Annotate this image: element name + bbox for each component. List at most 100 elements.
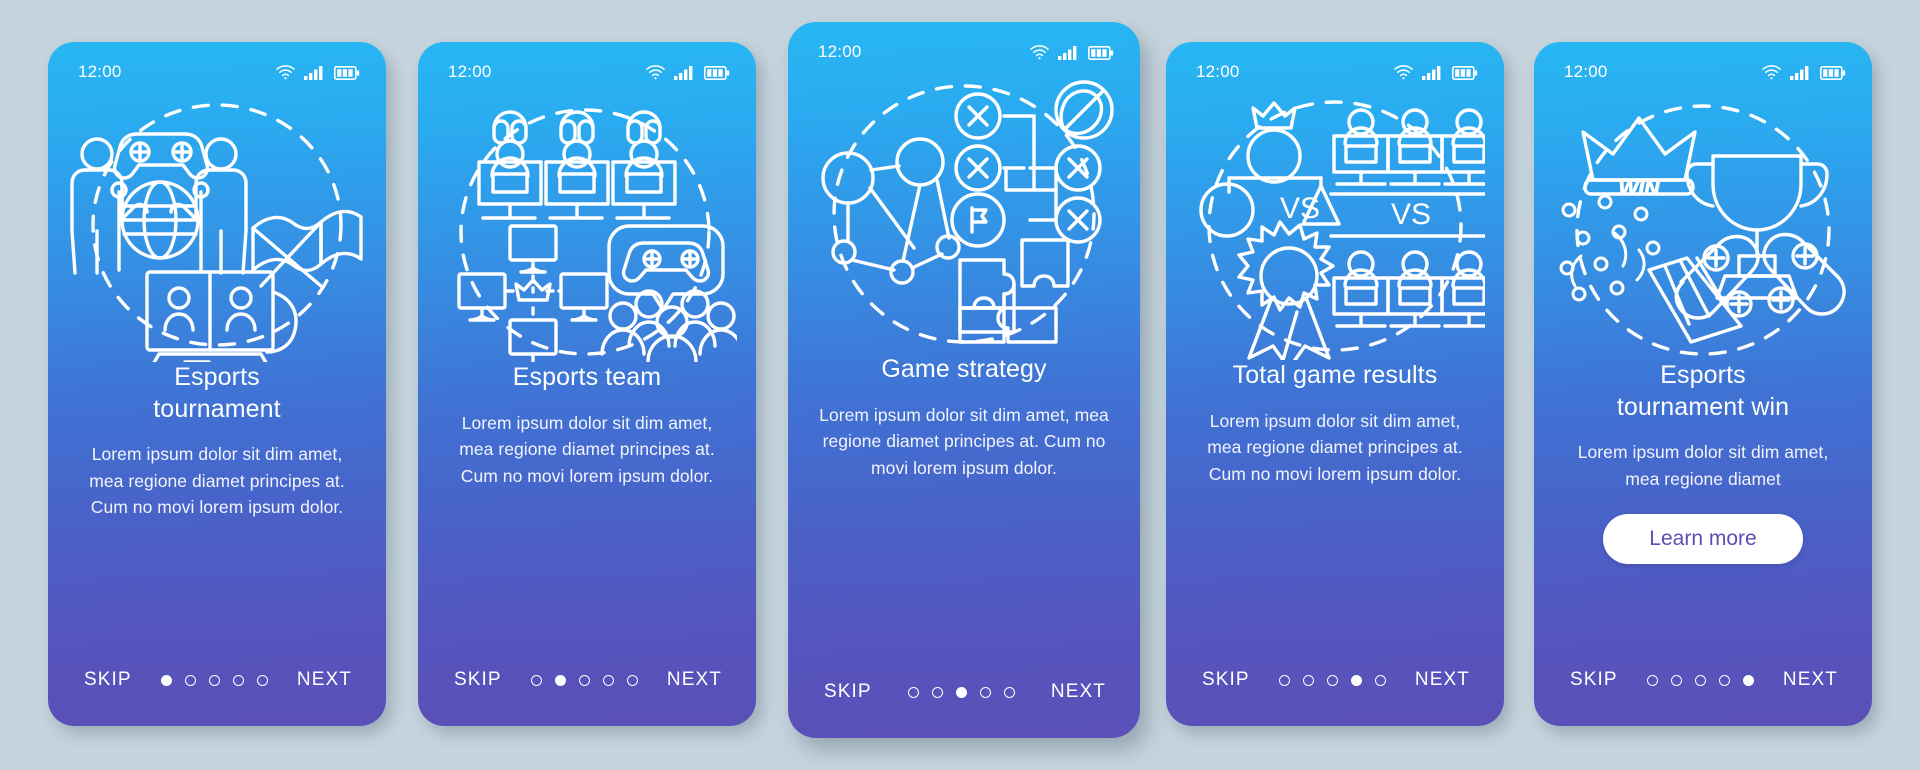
status-bar-icons (1762, 64, 1846, 80)
status-bar-clock: 12:00 (78, 62, 122, 81)
status-bar-icons (1030, 44, 1114, 60)
win-banner-text: WIN (1619, 177, 1661, 200)
team-bottom (1332, 250, 1485, 328)
screen-title: Esports tournament (153, 363, 281, 423)
pagination-dot-4[interactable] (1350, 674, 1362, 686)
pagination-dot-3[interactable] (1326, 674, 1338, 686)
next-button[interactable]: NEXT (667, 669, 722, 691)
esports-team-illustration (418, 88, 756, 362)
screen-footer-nav: SKIP NEXT (418, 634, 756, 726)
pagination-dot-4[interactable] (979, 686, 991, 698)
battery-icon (704, 65, 730, 80)
checkered-flags-icon (251, 209, 363, 288)
pagination-dot-2[interactable] (931, 686, 943, 698)
skip-button[interactable]: SKIP (1202, 669, 1250, 691)
headset-player-1 (477, 110, 543, 220)
pagination-dots (1646, 674, 1754, 686)
next-button[interactable]: NEXT (1051, 681, 1106, 703)
screen-description: Lorem ipsum dolor sit dim amet, mea regi… (1577, 442, 1829, 489)
status-bar: 12:00 (1534, 42, 1872, 88)
team-top (1332, 108, 1485, 186)
puzzle-pieces-icon (958, 238, 1070, 344)
headset-player-3 (611, 110, 677, 220)
pagination-dot-1[interactable] (530, 674, 542, 686)
status-bar-clock: 12:00 (448, 62, 492, 81)
pagination-dot-2[interactable] (1302, 674, 1314, 686)
pagination-dot-5[interactable] (626, 674, 638, 686)
battery-icon (1452, 65, 1478, 80)
pagination-dot-1[interactable] (160, 674, 172, 686)
cellular-signal-icon (1422, 65, 1441, 80)
screen-title: Game strategy (881, 355, 1047, 383)
pagination-dot-4[interactable] (232, 674, 244, 686)
onboarding-screen-total-game-results: 12:00 VS VS Total game results Lorem ips… (1166, 42, 1504, 726)
flag-marker-icon (950, 192, 1006, 248)
skip-button[interactable]: SKIP (454, 669, 502, 691)
pagination-dot-3[interactable] (208, 674, 220, 686)
skip-button[interactable]: SKIP (824, 681, 872, 703)
pagination-dot-3[interactable] (578, 674, 590, 686)
pagination-dots (1278, 674, 1386, 686)
cellular-signal-icon (1058, 45, 1077, 60)
pagination-dot-2[interactable] (184, 674, 196, 686)
screen-footer-nav: SKIP NEXT (48, 634, 386, 726)
status-bar: 12:00 (1166, 42, 1504, 88)
pagination-dot-5[interactable] (1742, 674, 1754, 686)
screen-text-block: Game strategy Lorem ipsum dolor sit dim … (788, 354, 1140, 646)
pagination-dot-5[interactable] (1374, 674, 1386, 686)
esports-tournament-illustration (48, 88, 386, 362)
status-bar: 12:00 (418, 42, 756, 88)
battery-icon (334, 65, 360, 80)
battery-icon (1088, 45, 1114, 60)
onboarding-screen-game-strategy: 12:00 Game strategy Lorem ipsum dolor si… (788, 22, 1140, 738)
cellular-signal-icon (1790, 65, 1809, 80)
next-button[interactable]: NEXT (1415, 669, 1470, 691)
pagination-dot-5[interactable] (256, 674, 268, 686)
monitor-with-players-icon (145, 270, 298, 362)
pagination-dot-1[interactable] (1646, 674, 1658, 686)
pagination-dot-3[interactable] (1694, 674, 1706, 686)
pagination-dots (160, 674, 268, 686)
node-network-graph (821, 137, 961, 285)
screen-footer-nav: SKIP NEXT (1534, 634, 1872, 726)
pagination-dot-5[interactable] (1003, 686, 1015, 698)
skip-button[interactable]: SKIP (1570, 669, 1618, 691)
screen-text-block: Total game results Lorem ipsum dolor sit… (1166, 360, 1504, 634)
cellular-signal-icon (674, 65, 693, 80)
pagination-dot-4[interactable] (1718, 674, 1730, 686)
screen-description: Lorem ipsum dolor sit dim amet, mea regi… (459, 412, 715, 486)
onboarding-screen-esports-team: 12:00 Esports team Lorem ipsum dolor sit… (418, 42, 756, 726)
next-button[interactable]: NEXT (297, 669, 352, 691)
screen-description: Lorem ipsum dolor sit dim amet, mea regi… (89, 444, 345, 518)
onboarding-screen-esports-tournament-win: 12:00 WIN Esports tournament win Lorem i… (1534, 42, 1872, 726)
pagination-dot-3[interactable] (955, 686, 967, 698)
wifi-icon (1394, 64, 1413, 79)
status-bar-icons (646, 64, 730, 80)
pagination-dot-4[interactable] (602, 674, 614, 686)
pagination-dot-2[interactable] (554, 674, 566, 686)
esports-tournament-win-illustration: WIN (1534, 88, 1872, 360)
pagination-dot-2[interactable] (1670, 674, 1682, 686)
learn-more-button[interactable]: Learn more (1603, 514, 1803, 565)
wifi-icon (1030, 44, 1049, 59)
screen-title: Esports tournament win (1616, 361, 1790, 421)
cellular-signal-icon (304, 65, 323, 80)
vs-label-left: VS (1280, 192, 1320, 225)
next-button[interactable]: NEXT (1783, 669, 1838, 691)
status-bar-clock: 12:00 (818, 42, 862, 61)
skip-button[interactable]: SKIP (84, 669, 132, 691)
pagination-dots (530, 674, 638, 686)
onboarding-screens-canvas: 12:00 Esports tournament Lorem ipsum dol… (0, 0, 1920, 770)
pagination-dot-1[interactable] (907, 686, 919, 698)
crown-icon (1251, 101, 1297, 130)
status-bar-clock: 12:00 (1196, 62, 1240, 81)
onboarding-screen-esports-tournament: 12:00 Esports tournament Lorem ipsum dol… (48, 42, 386, 726)
screen-footer-nav: SKIP NEXT (1166, 634, 1504, 726)
confetti-icon (1559, 194, 1661, 302)
game-strategy-illustration (788, 68, 1140, 354)
vs-label-center: VS (1391, 198, 1431, 231)
status-bar: 12:00 (48, 42, 386, 88)
globe-icon (120, 180, 200, 260)
screen-text-block: Esports team Lorem ipsum dolor sit dim a… (418, 362, 756, 634)
pagination-dot-1[interactable] (1278, 674, 1290, 686)
